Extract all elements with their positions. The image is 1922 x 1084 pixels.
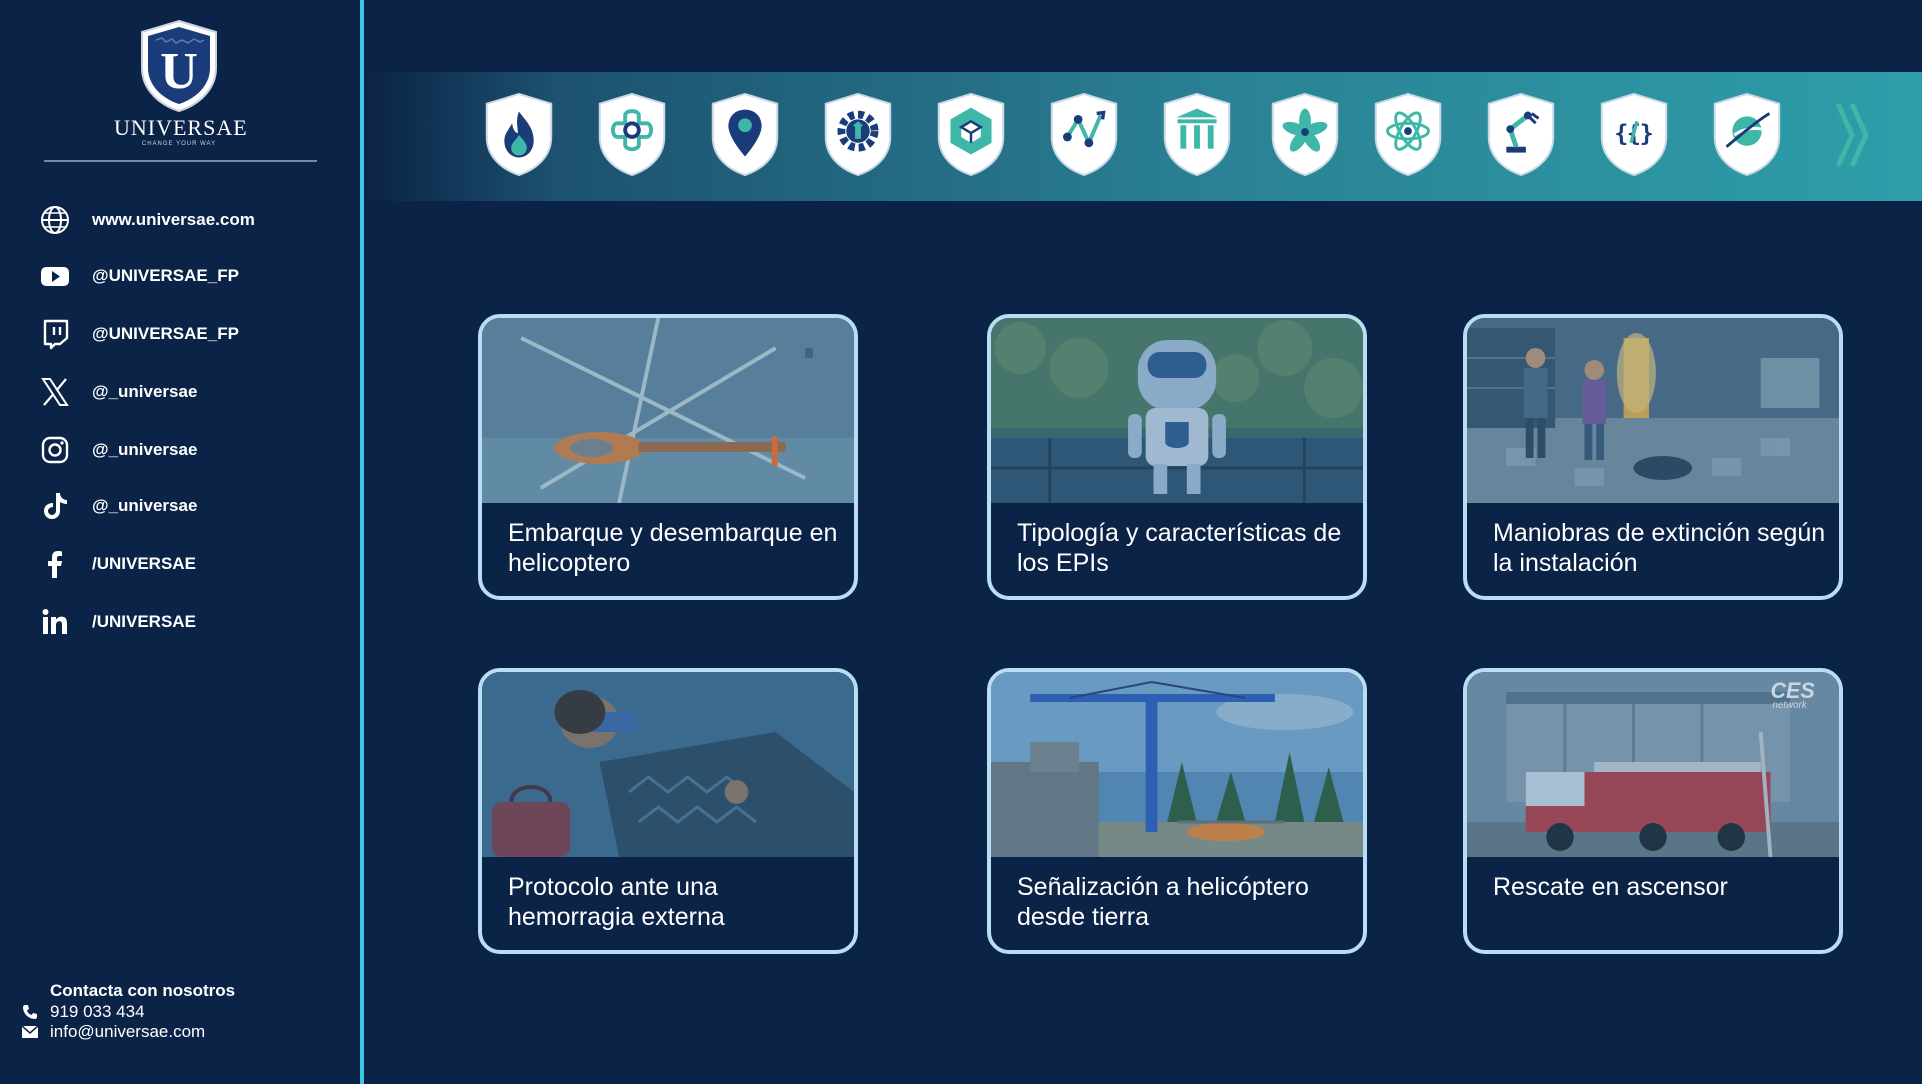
social-link-website[interactable]: www.universae.com (38, 200, 255, 240)
card-thumbnail-fire-truck: CES network (1467, 672, 1839, 857)
contact-title: Contacta con nosotros (50, 981, 236, 1000)
card-title-epis: Tipología y características de los EPIs (1017, 519, 1342, 577)
social-link-linkedin[interactable]: /UNIVERSAE (38, 602, 196, 642)
card-thumbnail-robot (991, 318, 1363, 503)
social-label-website: www.universae.com (92, 210, 255, 229)
social-link-youtube[interactable]: @UNIVERSAE_FP (38, 256, 239, 296)
contact-phone[interactable]: 919 033 434 (22, 1002, 235, 1022)
card-thumbnail-crane (991, 672, 1363, 857)
brand-tagline: CHANGE YOUR WAY (141, 141, 217, 147)
social-label-youtube: @UNIVERSAE_FP (92, 266, 239, 285)
course-card-ascensor[interactable]: CES network Rescate en ascensor (1463, 668, 1843, 954)
social-link-tiktok[interactable]: @_universae (38, 486, 197, 526)
facebook-icon (38, 547, 72, 581)
next-categories-chevron-icon[interactable] (1834, 100, 1878, 170)
universae-logo[interactable]: U UNIVERSAE CHANGE YOUR WAY (114, 18, 248, 148)
logo-shield-icon: U (141, 19, 217, 113)
social-link-instagram[interactable]: @_universae (38, 430, 197, 470)
social-label-linkedin: /UNIVERSAE (92, 612, 196, 631)
contact-phone-number: 919 033 434 (50, 1002, 145, 1021)
linkedin-icon (38, 605, 72, 639)
category-business[interactable] (1047, 92, 1121, 178)
card-thumbnail-office-fire (1467, 318, 1839, 503)
brand-name: UNIVERSAE (114, 115, 248, 140)
category-fire-safety[interactable] (482, 92, 556, 178)
card-title-ascensor: Rescate en ascensor (1493, 873, 1728, 901)
course-card-senalizacion[interactable]: Señalización a helicóptero desde tierra (987, 668, 1367, 954)
course-card-helicopter[interactable]: Embarque y desembarque en helicoptero (478, 314, 858, 600)
card-thumbnail-helicopter (482, 318, 854, 503)
social-link-facebook[interactable]: /UNIVERSAE (38, 544, 196, 584)
category-3d-design[interactable] (934, 92, 1008, 178)
code-icon: {{} (1614, 119, 1654, 147)
social-label-x: @_universae (92, 382, 198, 401)
social-label-facebook: /UNIVERSAE (92, 554, 196, 573)
social-label-twitch: @UNIVERSAE_FP (92, 324, 239, 343)
category-maintenance[interactable] (821, 92, 895, 178)
category-robotics[interactable] (1484, 92, 1558, 178)
card-title-extincion: Maniobras de extinción según la instalac… (1493, 519, 1826, 577)
contact-email[interactable]: info@universae.com (22, 1022, 235, 1042)
course-card-extincion[interactable]: Maniobras de extinción según la instalac… (1463, 314, 1843, 600)
x-icon (38, 375, 72, 409)
course-card-epis[interactable]: Tipología y características de los EPIs (987, 314, 1367, 600)
card-title-hemorragia: Protocolo ante una hemorragia externa (508, 873, 725, 931)
contact-block: Contacta con nosotros 919 033 434 info@u… (22, 980, 235, 1042)
sidebar: U UNIVERSAE CHANGE YOUR WAY www.universa… (0, 0, 364, 1084)
card-title-helicopter: Embarque y desembarque en helicoptero (508, 519, 838, 577)
mail-icon (22, 1024, 42, 1040)
svg-text:U: U (160, 43, 198, 100)
sidebar-divider (44, 160, 317, 162)
category-science[interactable] (1371, 92, 1445, 178)
category-tourism[interactable] (708, 92, 782, 178)
category-languages[interactable] (1710, 92, 1784, 178)
social-label-instagram: @_universae (92, 440, 198, 459)
tiktok-icon (38, 489, 72, 523)
contact-email-address: info@universae.com (50, 1022, 206, 1041)
phone-icon (22, 1004, 42, 1020)
instagram-icon (38, 433, 72, 467)
category-programming[interactable]: {{} (1597, 92, 1671, 178)
svg-text:{: { (1614, 119, 1628, 147)
category-health[interactable] (595, 92, 669, 178)
card-title-senalizacion: Señalización a helicóptero desde tierra (1017, 873, 1309, 931)
social-link-x[interactable]: @_universae (38, 372, 197, 412)
globe-icon (38, 203, 72, 237)
youtube-icon (38, 259, 72, 293)
social-link-twitch[interactable]: @UNIVERSAE_FP (38, 314, 239, 354)
svg-text:}: } (1640, 119, 1654, 147)
twitch-icon (38, 317, 72, 351)
card-thumbnail-patient (482, 672, 854, 857)
category-aesthetics[interactable] (1268, 92, 1342, 178)
course-card-hemorragia[interactable]: Protocolo ante una hemorragia externa (478, 668, 858, 954)
category-administration[interactable] (1160, 92, 1234, 178)
social-label-tiktok: @_universae (92, 496, 198, 515)
